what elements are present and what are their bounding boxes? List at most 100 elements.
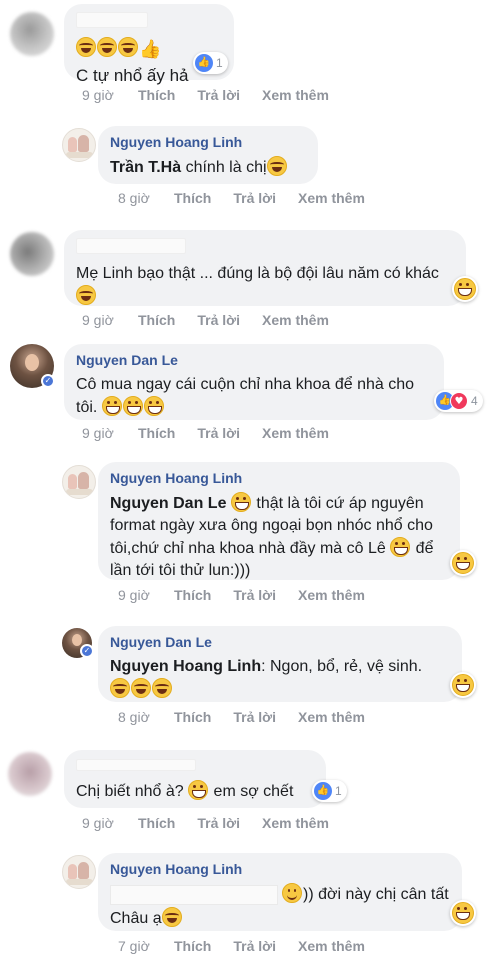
comment-meta: 9 giờ Thích Trả lời Xem thêm xyxy=(82,815,351,831)
mention-link[interactable]: Trần T.Hà xyxy=(110,159,181,176)
comment-bubble: Nguyen Hoang Linh Nguyen Dan Le thật là … xyxy=(98,462,460,580)
timestamp[interactable]: 9 giờ xyxy=(82,87,138,103)
avatar[interactable] xyxy=(62,128,96,162)
reply-link[interactable]: Trả lời xyxy=(233,709,276,725)
comment-body: chính là chị xyxy=(181,159,267,176)
see-more-link[interactable]: Xem thêm xyxy=(298,709,365,725)
reaction-summary[interactable]: 👍 ♥ 4 xyxy=(434,390,483,412)
reaction-summary[interactable]: 👍 1 xyxy=(312,780,347,802)
comment-body: Chị biết nhổ à? xyxy=(76,783,184,800)
reply-link[interactable]: Trả lời xyxy=(233,587,276,603)
comment-bubble: Nguyen Dan Le Nguyen Hoang Linh: Ngon, b… xyxy=(98,626,462,702)
like-link[interactable]: Thích xyxy=(174,190,211,206)
comment-meta: 8 giờ Thích Trả lời Xem thêm xyxy=(118,709,387,725)
laugh-emoji xyxy=(131,678,151,698)
love-reaction-icon: ♥ xyxy=(450,392,468,410)
comment-meta: 9 giờ Thích Trả lời Xem thêm xyxy=(82,425,351,441)
comment-meta: 8 giờ Thích Trả lời Xem thêm xyxy=(118,190,387,206)
like-link[interactable]: Thích xyxy=(138,87,175,103)
laugh-emoji xyxy=(266,156,287,176)
comment-body: Mẹ Linh bạo thật ... đúng là bộ đội lâu … xyxy=(76,265,439,282)
comment-bubble: Chị biết nhổ à? em sợ chết xyxy=(64,750,326,808)
avatar[interactable] xyxy=(62,465,96,499)
haha-reaction-icon[interactable] xyxy=(450,672,476,698)
comment-bubble: Nguyen Hoang Linh )) đời này chị cân tất… xyxy=(98,853,462,931)
reply-link[interactable]: Trả lời xyxy=(233,938,276,954)
comment-meta: 9 giờ Thích Trả lời Xem thêm xyxy=(82,312,351,328)
comment-meta: 9 giờ Thích Trả lời Xem thêm xyxy=(118,587,387,603)
avatar[interactable] xyxy=(62,855,96,889)
timestamp[interactable]: 9 giờ xyxy=(82,815,138,831)
laugh-emoji xyxy=(76,37,96,57)
comment-meta: 7 giờ Thích Trả lời Xem thêm xyxy=(118,938,387,954)
like-link[interactable]: Thích xyxy=(138,425,175,441)
haha-reaction-icon[interactable] xyxy=(452,276,478,302)
see-more-link[interactable]: Xem thêm xyxy=(298,190,365,206)
avatar[interactable] xyxy=(10,232,54,276)
reply-link[interactable]: Trả lời xyxy=(197,815,240,831)
haha-reaction-icon[interactable] xyxy=(450,550,476,576)
comment-body: : Ngon, bổ, rẻ, vệ sinh. xyxy=(261,658,423,675)
comment-text: )) đời này chị cân tất Châu ạ xyxy=(110,883,450,931)
timestamp[interactable]: 9 giờ xyxy=(82,312,138,328)
see-more-link[interactable]: Xem thêm xyxy=(262,815,329,831)
timestamp[interactable]: 8 giờ xyxy=(118,190,174,206)
blurred-mention[interactable] xyxy=(110,884,278,905)
avatar[interactable] xyxy=(8,752,52,796)
haha-reaction-icon[interactable] xyxy=(450,900,476,926)
blurred-name[interactable] xyxy=(76,12,148,28)
reply-link[interactable]: Trả lời xyxy=(197,87,240,103)
comment-bubble: Mẹ Linh bạo thật ... đúng là bộ đội lâu … xyxy=(64,230,466,306)
timestamp[interactable]: 9 giờ xyxy=(82,425,138,441)
reply-link[interactable]: Trả lời xyxy=(197,312,240,328)
blurred-name[interactable] xyxy=(76,238,186,254)
like-link[interactable]: Thích xyxy=(174,587,211,603)
timestamp[interactable]: 8 giờ xyxy=(118,709,174,725)
author-name[interactable]: Nguyen Hoang Linh xyxy=(110,861,450,877)
see-more-link[interactable]: Xem thêm xyxy=(262,425,329,441)
see-more-link[interactable]: Xem thêm xyxy=(262,87,329,103)
reply-link[interactable]: Trả lời xyxy=(233,190,276,206)
comment-text: Trần T.Hà chính là chị xyxy=(110,156,306,178)
timestamp[interactable]: 7 giờ xyxy=(118,938,174,954)
author-name[interactable]: Nguyen Dan Le xyxy=(110,634,450,650)
laugh-emoji xyxy=(152,678,172,698)
like-link[interactable]: Thích xyxy=(138,815,175,831)
author-name[interactable]: Nguyen Hoang Linh xyxy=(110,134,306,150)
mention-link[interactable]: Nguyen Hoang Linh xyxy=(110,658,261,675)
thumbs-up-emoji: 👍 xyxy=(139,39,162,60)
reaction-count: 4 xyxy=(471,394,478,408)
avatar[interactable] xyxy=(10,12,54,56)
verified-badge-icon: ✓ xyxy=(41,374,55,388)
comment-bubble: Nguyen Hoang Linh Trần T.Hà chính là chị xyxy=(98,126,318,184)
like-link[interactable]: Thích xyxy=(174,938,211,954)
like-reaction-icon: 👍 xyxy=(195,54,213,72)
grin-emoji xyxy=(122,396,143,416)
like-link[interactable]: Thích xyxy=(138,312,175,328)
see-more-link[interactable]: Xem thêm xyxy=(298,938,365,954)
reply-link[interactable]: Trả lời xyxy=(197,425,240,441)
author-name[interactable]: Nguyen Hoang Linh xyxy=(110,470,448,486)
mention-link[interactable]: Nguyen Dan Le xyxy=(110,495,226,512)
author-name[interactable]: Nguyen Dan Le xyxy=(76,352,432,368)
reaction-count: 1 xyxy=(335,784,342,798)
like-link[interactable]: Thích xyxy=(174,709,211,725)
grin-emoji xyxy=(230,492,251,512)
comment-text: Nguyen Dan Le thật là tôi cứ áp nguyên f… xyxy=(110,492,448,582)
timestamp[interactable]: 9 giờ xyxy=(118,587,174,603)
comment-body: C tự nhổ ấy hả xyxy=(76,66,189,85)
laugh-emoji xyxy=(118,37,138,57)
comment-body-end: em sợ chết xyxy=(209,783,294,800)
blurred-name[interactable] xyxy=(76,759,196,771)
laugh-emoji xyxy=(76,285,96,305)
smile-emoji xyxy=(282,883,302,903)
comment-text: Cô mua ngay cái cuộn chỉ nha khoa để nhà… xyxy=(76,374,432,419)
comment-meta: 9 giờ Thích Trả lời Xem thêm xyxy=(82,87,351,103)
like-reaction-icon: 👍 xyxy=(314,782,332,800)
grin-emoji xyxy=(143,396,164,416)
see-more-link[interactable]: Xem thêm xyxy=(262,312,329,328)
grin-emoji xyxy=(101,396,122,416)
see-more-link[interactable]: Xem thêm xyxy=(298,587,365,603)
reaction-summary[interactable]: 👍 1 xyxy=(193,52,228,74)
grin-emoji xyxy=(188,780,209,800)
